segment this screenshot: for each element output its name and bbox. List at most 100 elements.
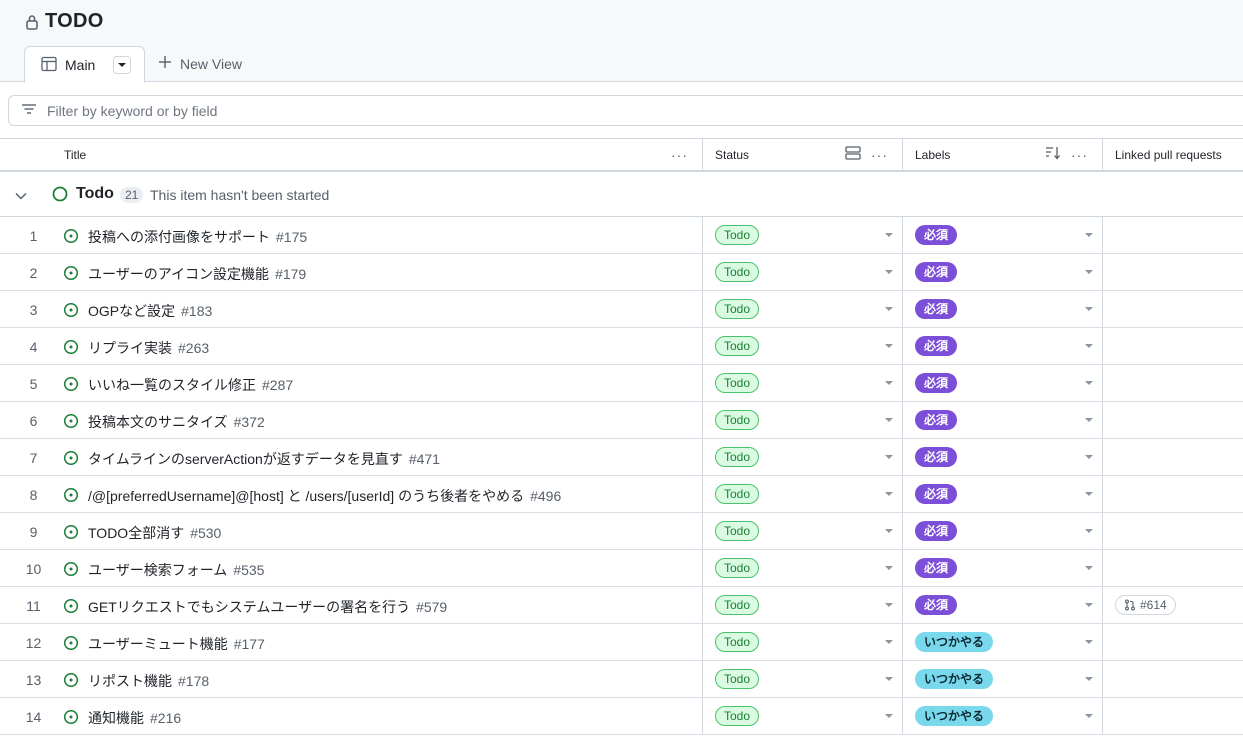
dropdown-caret-icon[interactable] [885, 640, 893, 644]
title-cell[interactable]: 12 ユーザーミュート機能 #177 [0, 624, 703, 660]
linked-pr-cell[interactable] [1103, 550, 1243, 586]
dropdown-caret-icon[interactable] [1085, 307, 1093, 311]
status-cell[interactable]: Todo [703, 661, 903, 697]
linked-pr-cell[interactable] [1103, 254, 1243, 290]
labels-cell[interactable]: 必須 [903, 365, 1103, 401]
filter-input[interactable] [47, 102, 647, 119]
table-row[interactable]: 8 /@[preferredUsername]@[host] と /users/… [0, 476, 1243, 513]
table-row[interactable]: 6 投稿本文のサニタイズ #372 Todo 必須 [0, 402, 1243, 439]
table-row[interactable]: 13 リポスト機能 #178 Todo いつかやる [0, 661, 1243, 698]
title-cell[interactable]: 14 通知機能 #216 [0, 698, 703, 734]
linked-pr-cell[interactable] [1103, 328, 1243, 364]
labels-cell[interactable]: 必須 [903, 328, 1103, 364]
issue-link[interactable]: /@[preferredUsername]@[host] と /users/[u… [88, 486, 561, 506]
dropdown-caret-icon[interactable] [1085, 640, 1093, 644]
labels-cell[interactable]: 必須 [903, 217, 1103, 253]
status-cell[interactable]: Todo [703, 217, 903, 253]
column-header-labels[interactable]: Labels ··· [903, 139, 1103, 170]
issue-link[interactable]: OGPなど設定 #183 [88, 301, 212, 321]
issue-link[interactable]: いいね一覧のスタイル修正 #287 [88, 375, 293, 395]
title-cell[interactable]: 2 ユーザーのアイコン設定機能 #179 [0, 254, 703, 290]
column-header-linked-prs[interactable]: Linked pull requests [1103, 139, 1243, 170]
table-row[interactable]: 12 ユーザーミュート機能 #177 Todo いつかやる [0, 624, 1243, 661]
dropdown-caret-icon[interactable] [1085, 677, 1093, 681]
table-row[interactable]: 5 いいね一覧のスタイル修正 #287 Todo 必須 [0, 365, 1243, 402]
title-cell[interactable]: 8 /@[preferredUsername]@[host] と /users/… [0, 476, 703, 512]
dropdown-caret-icon[interactable] [1085, 233, 1093, 237]
labels-cell[interactable]: いつかやる [903, 624, 1103, 660]
title-cell[interactable]: 7 タイムラインのserverActionが返すデータを見直す #471 [0, 439, 703, 475]
table-row[interactable]: 3 OGPなど設定 #183 Todo 必須 [0, 291, 1243, 328]
linked-pr-cell[interactable] [1103, 291, 1243, 327]
linked-pr-cell[interactable] [1103, 217, 1243, 253]
issue-link[interactable]: ユーザー検索フォーム #535 [88, 560, 264, 580]
status-cell[interactable]: Todo [703, 550, 903, 586]
status-cell[interactable]: Todo [703, 402, 903, 438]
title-cell[interactable]: 5 いいね一覧のスタイル修正 #287 [0, 365, 703, 401]
linked-pr-pill[interactable]: #614 [1115, 595, 1176, 615]
linked-pr-cell[interactable] [1103, 624, 1243, 660]
group-by-icon[interactable] [845, 146, 861, 163]
title-cell[interactable]: 13 リポスト機能 #178 [0, 661, 703, 697]
table-row[interactable]: 2 ユーザーのアイコン設定機能 #179 Todo 必須 [0, 254, 1243, 291]
status-cell[interactable]: Todo [703, 254, 903, 290]
dropdown-caret-icon[interactable] [1085, 455, 1093, 459]
title-cell[interactable]: 4 リプライ実装 #263 [0, 328, 703, 364]
title-cell[interactable]: 10 ユーザー検索フォーム #535 [0, 550, 703, 586]
status-cell[interactable]: Todo [703, 291, 903, 327]
title-cell[interactable]: 11 GETリクエストでもシステムユーザーの署名を行う #579 [0, 587, 703, 623]
dropdown-caret-icon[interactable] [885, 455, 893, 459]
status-cell[interactable]: Todo [703, 476, 903, 512]
table-row[interactable]: 14 通知機能 #216 Todo いつかやる [0, 698, 1243, 735]
labels-cell[interactable]: 必須 [903, 550, 1103, 586]
labels-cell[interactable]: 必須 [903, 476, 1103, 512]
status-cell[interactable]: Todo [703, 698, 903, 734]
dropdown-caret-icon[interactable] [1085, 344, 1093, 348]
labels-cell[interactable]: 必須 [903, 439, 1103, 475]
status-cell[interactable]: Todo [703, 365, 903, 401]
table-row[interactable]: 10 ユーザー検索フォーム #535 Todo 必須 [0, 550, 1243, 587]
linked-pr-cell[interactable]: #614 [1103, 587, 1243, 623]
linked-pr-cell[interactable] [1103, 439, 1243, 475]
labels-cell[interactable]: いつかやる [903, 698, 1103, 734]
dropdown-caret-icon[interactable] [1085, 418, 1093, 422]
linked-pr-cell[interactable] [1103, 476, 1243, 512]
labels-cell[interactable]: いつかやる [903, 661, 1103, 697]
issue-link[interactable]: 通知機能 #216 [88, 708, 181, 728]
dropdown-caret-icon[interactable] [885, 566, 893, 570]
issue-link[interactable]: ユーザーのアイコン設定機能 #179 [88, 264, 306, 284]
dropdown-caret-icon[interactable] [885, 714, 893, 718]
dropdown-caret-icon[interactable] [885, 270, 893, 274]
dropdown-caret-icon[interactable] [885, 233, 893, 237]
dropdown-caret-icon[interactable] [885, 418, 893, 422]
title-cell[interactable]: 3 OGPなど設定 #183 [0, 291, 703, 327]
dropdown-caret-icon[interactable] [1085, 381, 1093, 385]
column-header-title[interactable]: Title ··· [0, 139, 703, 170]
issue-link[interactable]: タイムラインのserverActionが返すデータを見直す #471 [88, 449, 440, 469]
status-cell[interactable]: Todo [703, 439, 903, 475]
dropdown-caret-icon[interactable] [885, 677, 893, 681]
collapse-chevron-icon[interactable] [15, 187, 27, 203]
linked-pr-cell[interactable] [1103, 402, 1243, 438]
issue-link[interactable]: リプライ実装 #263 [88, 338, 209, 358]
table-row[interactable]: 7 タイムラインのserverActionが返すデータを見直す #471 Todo… [0, 439, 1243, 476]
issue-link[interactable]: 投稿本文のサニタイズ #372 [88, 412, 265, 432]
issue-link[interactable]: GETリクエストでもシステムユーザーの署名を行う #579 [88, 597, 447, 617]
status-cell[interactable]: Todo [703, 624, 903, 660]
dropdown-caret-icon[interactable] [885, 603, 893, 607]
table-row[interactable]: 1 投稿への添付画像をサポート #175 Todo 必須 [0, 217, 1243, 254]
table-row[interactable]: 11 GETリクエストでもシステムユーザーの署名を行う #579 Todo 必須 … [0, 587, 1243, 624]
linked-pr-cell[interactable] [1103, 365, 1243, 401]
view-options-button[interactable] [113, 56, 132, 74]
linked-pr-cell[interactable] [1103, 513, 1243, 549]
issue-link[interactable]: リポスト機能 #178 [88, 671, 209, 691]
dropdown-caret-icon[interactable] [885, 344, 893, 348]
dropdown-caret-icon[interactable] [885, 492, 893, 496]
column-header-status[interactable]: Status ··· [703, 139, 903, 170]
view-tab-main[interactable]: Main [24, 46, 145, 83]
labels-cell[interactable]: 必須 [903, 402, 1103, 438]
dropdown-caret-icon[interactable] [1085, 603, 1093, 607]
column-menu-icon[interactable]: ··· [1071, 148, 1088, 162]
title-cell[interactable]: 1 投稿への添付画像をサポート #175 [0, 217, 703, 253]
table-row[interactable]: 4 リプライ実装 #263 Todo 必須 [0, 328, 1243, 365]
